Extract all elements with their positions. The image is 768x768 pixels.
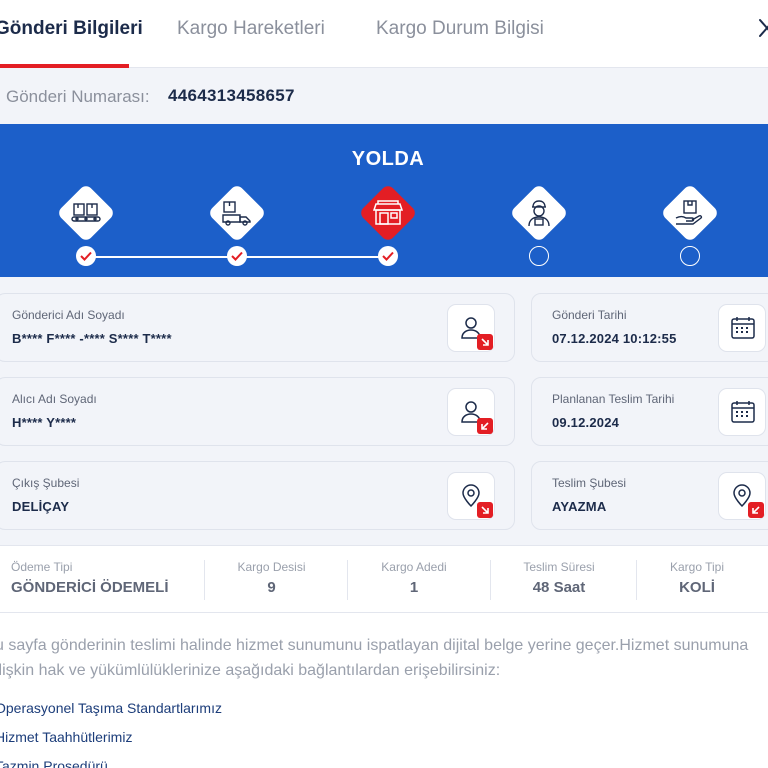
stat-payment-type: Ödeme Tipi GÖNDERİCİ ÖDEMELİ	[0, 546, 204, 614]
ship-date-label: Gönderi Tarihi	[552, 308, 627, 322]
arrow-in-icon	[477, 418, 493, 434]
stat-cargo-count: Kargo Adedi 1	[348, 546, 490, 614]
shipment-stats: Ödeme Tipi GÖNDERİCİ ÖDEMELİ Kargo Desis…	[0, 545, 768, 613]
receiver-value: H**** Y****	[12, 415, 77, 430]
step-4-pending	[529, 246, 549, 266]
planned-date-value: 09.12.2024	[552, 415, 620, 430]
sender-card: Gönderici Adı Soyadı B**** F**** -**** S…	[0, 293, 515, 362]
arrow-out-icon	[477, 334, 493, 350]
tab-kargo-durum-bilgisi[interactable]: Kargo Durum Bilgisi	[376, 18, 544, 40]
delivery-truck-icon	[220, 196, 254, 230]
sender-button[interactable]	[447, 304, 495, 352]
branch-store-icon	[371, 196, 405, 230]
boxes-conveyor-icon	[69, 196, 103, 230]
stat-delivery-time: Teslim Süresi 48 Saat	[491, 546, 636, 614]
sender-value: B**** F**** -**** S**** T****	[12, 331, 172, 346]
shipment-details: Gönderici Adı Soyadı B**** F**** -**** S…	[0, 277, 768, 545]
stat-label: Kargo Desisi	[237, 560, 306, 574]
stat-value: 9	[267, 579, 276, 596]
stat-label: Kargo Tipi	[669, 560, 725, 574]
origin-branch-label: Çıkış Şubesi	[12, 476, 80, 490]
shipment-number-value: 4464313458657	[168, 86, 295, 105]
tab-bar: Gönderi Bilgileri Kargo Hareketleri Karg…	[0, 0, 768, 68]
receiver-card: Alıcı Adı Soyadı H**** Y****	[0, 377, 515, 446]
calendar-icon	[731, 317, 755, 339]
link-service-commitments[interactable]: Hizmet Taahhütlerimiz	[0, 729, 132, 745]
receiver-label: Alıcı Adı Soyadı	[12, 392, 97, 406]
shipment-number-label: Gönderi Numarası:	[6, 87, 150, 106]
ship-date-card: Gönderi Tarihi 07.12.2024 10:12:55	[531, 293, 768, 362]
origin-branch-card: Çıkış Şubesi DELİÇAY	[0, 461, 515, 530]
stat-value: 48 Saat	[532, 579, 586, 596]
arrow-out-icon	[477, 502, 493, 518]
hand-package-icon	[673, 196, 707, 230]
step-2-check	[227, 246, 247, 266]
receiver-button[interactable]	[447, 388, 495, 436]
status-tracker: YOLDA	[0, 124, 768, 277]
planned-date-label: Planlanan Teslim Tarihi	[552, 392, 675, 406]
link-operational-standards[interactable]: Operasyonel Taşıma Standartlarımız	[0, 700, 222, 716]
stat-value: KOLİ	[679, 579, 715, 596]
courier-icon	[522, 196, 556, 230]
planned-date-button[interactable]	[718, 388, 766, 436]
status-title: YOLDA	[351, 148, 425, 170]
planned-date-card: Planlanan Teslim Tarihi 09.12.2024	[531, 377, 768, 446]
tab-kargo-hareketleri[interactable]: Kargo Hareketleri	[177, 18, 325, 40]
calendar-icon	[731, 401, 755, 423]
stat-value: GÖNDERİCİ ÖDEMELİ	[11, 579, 169, 596]
delivery-branch-label: Teslim Şubesi	[552, 476, 627, 490]
arrow-in-icon	[748, 502, 764, 518]
step-3-check	[378, 246, 398, 266]
stat-label: Teslim Süresi	[523, 560, 595, 574]
shipment-number-row: Gönderi Numarası: 4464313458657	[0, 68, 768, 124]
ship-date-value: 07.12.2024 10:12:55	[552, 331, 677, 346]
delivery-branch-card: Teslim Şubesi AYAZMA	[531, 461, 768, 530]
delivery-branch-value: AYAZMA	[552, 499, 607, 514]
tab-gonderi-bilgileri[interactable]: Gönderi Bilgileri	[0, 18, 143, 40]
info-description: u sayfa gönderinin teslimi halinde hizme…	[0, 637, 749, 679]
stat-value: 1	[409, 579, 419, 596]
stat-label: Kargo Adedi	[381, 560, 447, 574]
step-1-check	[76, 246, 96, 266]
stat-cargo-type: Kargo Tipi KOLİ	[637, 546, 768, 614]
stat-cargo-desi: Kargo Desisi 9	[205, 546, 347, 614]
origin-branch-button[interactable]	[447, 472, 495, 520]
link-compensation-procedure[interactable]: Tazmin Prosedürü	[0, 758, 108, 768]
stat-label: Ödeme Tipi	[11, 560, 73, 574]
step-5-pending	[680, 246, 700, 266]
ship-date-button[interactable]	[718, 304, 766, 352]
sender-label: Gönderici Adı Soyadı	[12, 308, 125, 322]
close-icon[interactable]	[756, 14, 768, 42]
delivery-branch-button[interactable]	[718, 472, 766, 520]
origin-branch-value: DELİÇAY	[12, 499, 70, 514]
